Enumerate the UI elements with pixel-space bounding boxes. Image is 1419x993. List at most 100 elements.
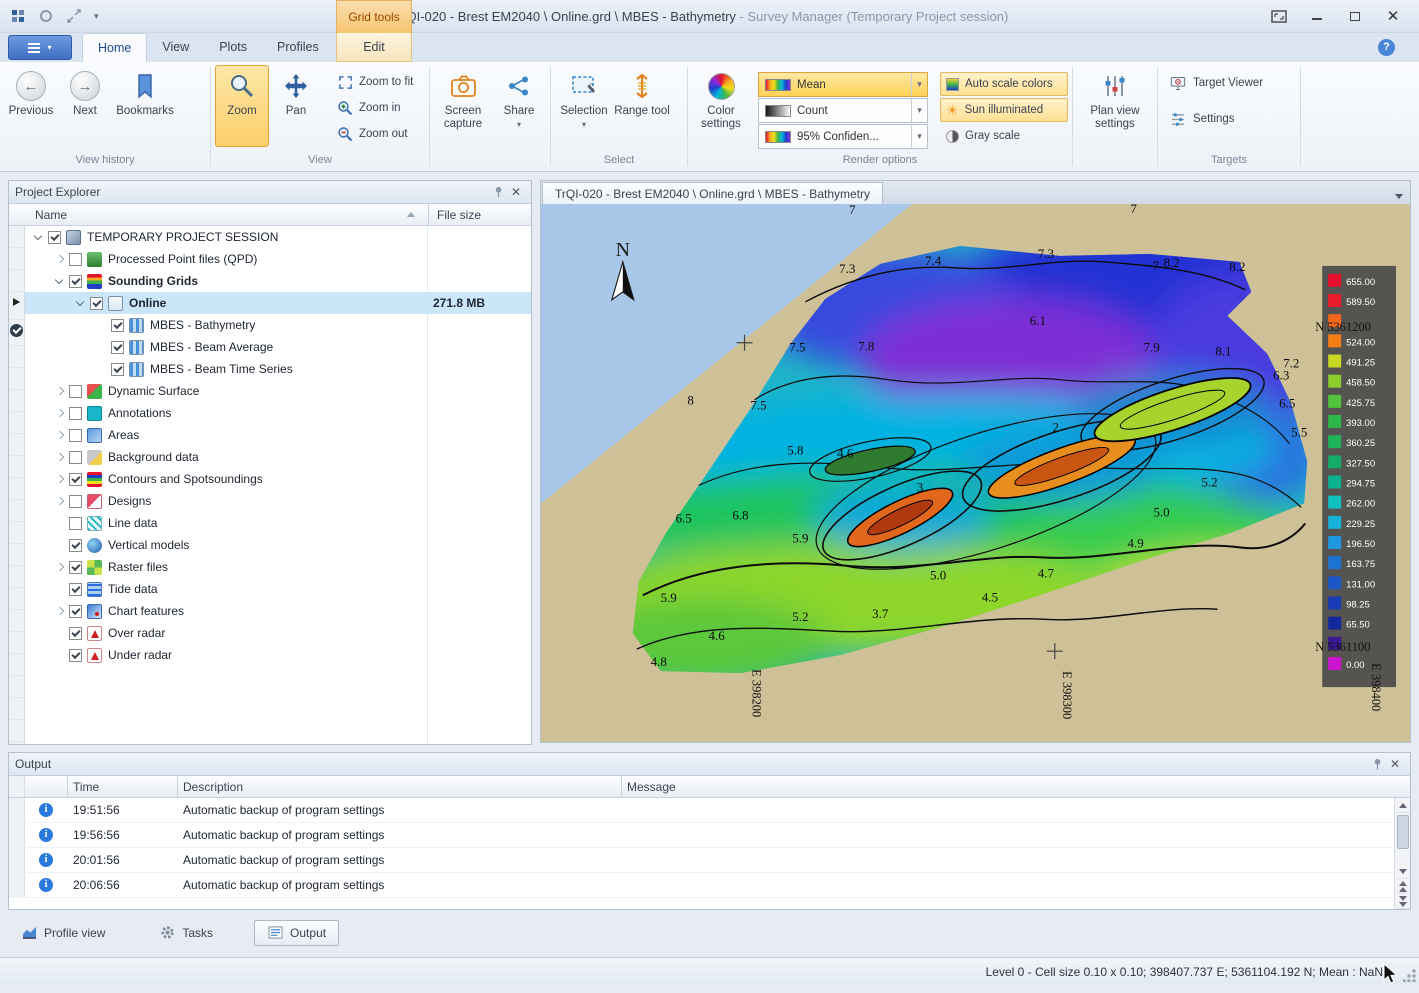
tree-item[interactable]: Contours and Spotsoundings — [25, 468, 531, 490]
tree-checkbox[interactable] — [69, 385, 82, 398]
expand-arrow-icon[interactable] — [52, 556, 68, 578]
expand-arrow-icon[interactable] — [52, 490, 68, 512]
tree-checkbox[interactable] — [111, 341, 124, 354]
tree-item[interactable]: Processed Point files (QPD) — [25, 248, 531, 270]
auto-scale-colors-button[interactable]: Auto scale colors — [940, 72, 1068, 96]
scroll-down-icon[interactable] — [1396, 864, 1410, 879]
bottom-tab-profile-view[interactable]: Profile view — [8, 920, 118, 946]
tree-checkbox[interactable] — [69, 517, 82, 530]
plan-view-settings-button[interactable]: Plan view settings — [1080, 65, 1150, 147]
tree-checkbox[interactable] — [69, 275, 82, 288]
tree-item[interactable]: TEMPORARY PROJECT SESSION — [25, 226, 531, 248]
tree-checkbox[interactable] — [90, 297, 103, 310]
scroll-page-down-icon[interactable] — [1396, 894, 1410, 909]
tree-item[interactable]: Chart features — [25, 600, 531, 622]
record-icon[interactable] — [38, 8, 54, 24]
expand-arrow-icon[interactable] — [52, 600, 68, 622]
zoom-to-fit-button[interactable]: Zoom to fit — [331, 70, 419, 94]
tree-item[interactable]: Line data — [25, 512, 531, 534]
previous-button[interactable]: ← Previous — [4, 65, 58, 147]
tree-checkbox[interactable] — [69, 627, 82, 640]
column-header-name[interactable]: Name — [9, 208, 67, 222]
selection-button[interactable]: Selection ▾ — [555, 65, 613, 147]
render-mode-count[interactable]: Count▾ — [758, 98, 928, 123]
column-header-message[interactable]: Message — [627, 780, 676, 794]
pan-button[interactable]: Pan — [269, 65, 323, 147]
render-mode-mean[interactable]: Mean▾ — [758, 72, 928, 97]
tree-checkbox[interactable] — [48, 231, 61, 244]
output-row[interactable]: 19:51:56Autom​atic backup of program set… — [9, 798, 1410, 823]
close-icon[interactable]: ✕ — [507, 183, 525, 201]
color-settings-button[interactable]: Color settings — [692, 65, 750, 147]
column-header-file-size[interactable]: File size — [437, 208, 481, 222]
column-divider[interactable] — [428, 204, 429, 225]
zoom-in-button[interactable]: Zoom in — [331, 96, 419, 120]
tree-item[interactable]: Over radar — [25, 622, 531, 644]
zoom-button[interactable]: Zoom — [215, 65, 269, 147]
column-header-description[interactable]: Description — [183, 780, 243, 794]
collapse-arrow-icon[interactable] — [31, 226, 47, 248]
tree-checkbox[interactable] — [69, 495, 82, 508]
expand-layout-icon[interactable] — [66, 8, 82, 24]
expand-arrow-icon[interactable] — [52, 446, 68, 468]
tree-item[interactable]: Areas — [25, 424, 531, 446]
zoom-out-button[interactable]: Zoom out — [331, 122, 419, 146]
ribbon-tab-home[interactable]: Home — [82, 33, 147, 62]
ribbon-tab-view[interactable]: View — [147, 33, 204, 62]
ribbon-tab-plots[interactable]: Plots — [204, 33, 262, 62]
tree-checkbox[interactable] — [69, 253, 82, 266]
expand-arrow-icon[interactable] — [52, 468, 68, 490]
collapse-arrow-icon[interactable] — [73, 292, 89, 314]
minimize-button[interactable] — [1301, 5, 1333, 27]
qat-customize-caret-icon[interactable]: ▾ — [94, 11, 99, 22]
resize-grip[interactable] — [1403, 969, 1416, 982]
scrollbar-track[interactable] — [1397, 813, 1409, 864]
scroll-up-icon[interactable] — [1396, 798, 1410, 813]
dropdown-caret-icon[interactable]: ▾ — [911, 125, 927, 148]
tree-item[interactable]: Online271.8 MB — [25, 292, 531, 314]
tree-item[interactable]: MBES - Bathymetry — [25, 314, 531, 336]
next-button[interactable]: → Next — [58, 65, 112, 147]
bottom-tab-output[interactable]: Output — [254, 920, 339, 946]
tree-item[interactable]: Sounding Grids — [25, 270, 531, 292]
expand-arrow-icon[interactable] — [52, 248, 68, 270]
tree-item[interactable]: Dynamic Surface — [25, 380, 531, 402]
tree-item[interactable]: Designs — [25, 490, 531, 512]
tree-checkbox[interactable] — [69, 451, 82, 464]
tree-item[interactable]: Annotations — [25, 402, 531, 424]
expand-arrow-icon[interactable] — [52, 402, 68, 424]
render-mode-95-confiden-[interactable]: 95% Confiden...▾ — [758, 124, 928, 149]
map-canvas[interactable]: N 655.00589.50524.00491.25458.50425.7539… — [540, 204, 1411, 743]
ribbon-tab-profiles[interactable]: Profiles — [262, 33, 334, 62]
column-divider[interactable] — [177, 776, 178, 797]
tree-checkbox[interactable] — [69, 561, 82, 574]
range-tool-button[interactable]: Range tool — [613, 65, 671, 147]
tree-item[interactable]: MBES - Beam Time Series — [25, 358, 531, 380]
tree-checkbox[interactable] — [69, 583, 82, 596]
collapse-arrow-icon[interactable] — [52, 270, 68, 292]
tree-checkbox[interactable] — [111, 319, 124, 332]
bookmarks-button[interactable]: Bookmarks — [112, 65, 178, 147]
expand-arrow-icon[interactable] — [52, 380, 68, 402]
column-divider[interactable] — [67, 776, 68, 797]
file-menu-button[interactable]: ▾ — [8, 35, 72, 60]
dropdown-caret-icon[interactable]: ▾ — [911, 99, 927, 122]
tree-item[interactable]: Under radar — [25, 644, 531, 666]
tree-checkbox[interactable] — [69, 539, 82, 552]
target-viewer-button[interactable]: Target Viewer — [1162, 70, 1296, 96]
targets-settings-button[interactable]: Settings — [1162, 106, 1296, 132]
map-tab[interactable]: TrQI-020 - Brest EM2040 \ Online.grd \ M… — [542, 182, 883, 204]
share-button[interactable]: Share ▾ — [492, 65, 546, 147]
expand-arrow-icon[interactable] — [52, 424, 68, 446]
output-row[interactable]: 19:56:56Automatic backup of program sett… — [9, 823, 1410, 848]
tree-item[interactable]: Tide data — [25, 578, 531, 600]
sun-illuminated-button[interactable]: ☀Sun illuminated — [940, 98, 1068, 122]
bathymetry-map[interactable]: N 655.00589.50524.00491.25458.50425.7539… — [541, 204, 1410, 742]
app-logo-icon[interactable] — [10, 8, 26, 24]
tree-item[interactable]: Raster files — [25, 556, 531, 578]
help-button[interactable]: ? — [1378, 39, 1395, 56]
selection-dropdown-caret-icon[interactable]: ▾ — [582, 120, 586, 129]
tree-item[interactable]: Vertical models — [25, 534, 531, 556]
output-scrollbar[interactable] — [1394, 798, 1410, 909]
ribbon-tab-edit[interactable]: Edit — [336, 33, 412, 62]
